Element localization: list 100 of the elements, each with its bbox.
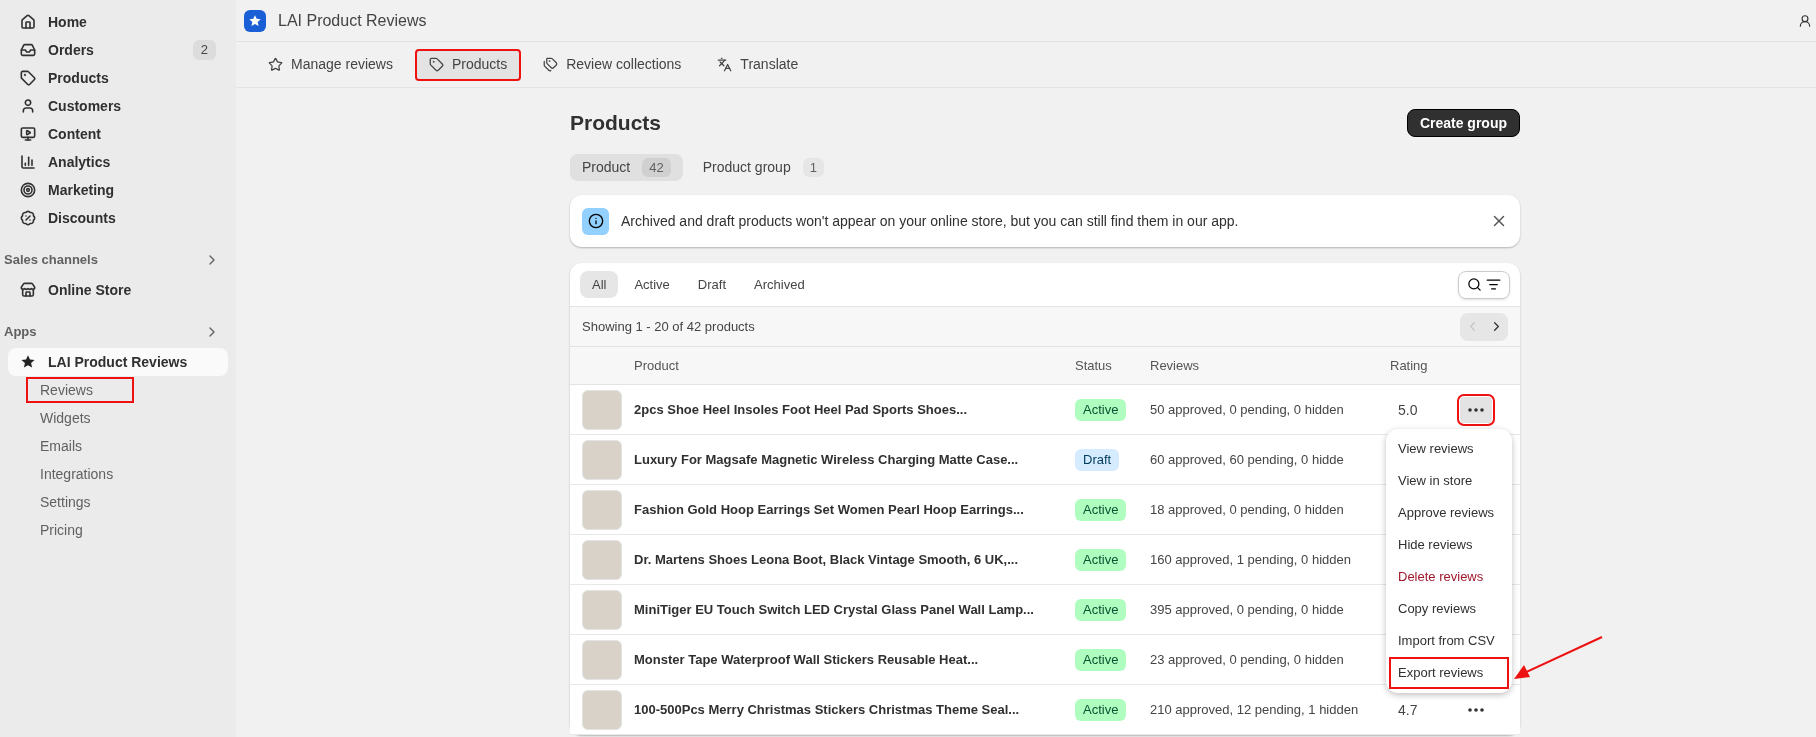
column-header: Reviews: [1150, 356, 1200, 375]
product-name[interactable]: Monster Tape Waterproof Wall Stickers Reusable Heat...: [634, 650, 979, 670]
reviews-summary: 160 approved, 1 pending, 0 hidden: [1150, 551, 1351, 570]
translate-icon: [717, 57, 733, 72]
count-badge: 1: [802, 157, 824, 178]
monitor-icon: [20, 126, 36, 142]
product-name[interactable]: 100-500Pcs Merry Christmas Stickers Christmas Theme Seal...: [634, 700, 1020, 720]
photo-placeholder: [582, 490, 622, 530]
status-badge: Active: [1075, 649, 1127, 671]
photo-placeholder: [582, 640, 622, 680]
next-page-button[interactable]: [1484, 312, 1508, 341]
menu-item[interactable]: View in store: [1389, 465, 1509, 497]
nav-item[interactable]: Home: [8, 8, 228, 36]
filter-icon: [1486, 277, 1501, 292]
product-name[interactable]: MiniTiger EU Touch Switch LED Crystal Glass Panel Wall Lamp...: [634, 600, 1034, 620]
info-icon: [582, 207, 609, 235]
filter-tab[interactable]: Active: [622, 271, 682, 298]
person-icon: [20, 98, 36, 114]
menu-item[interactable]: Hide reviews: [1389, 529, 1509, 561]
product-name[interactable]: Fashion Gold Hoop Earrings Set Women Pearl Hoop Earrings...: [634, 500, 1024, 520]
nav-item[interactable]: Discounts: [8, 204, 228, 232]
sub-nav-item[interactable]: Reviews: [26, 377, 134, 403]
reviews-summary: 210 approved, 12 pending, 1 hidden: [1150, 701, 1359, 720]
app-item[interactable]: LAI Product Reviews: [8, 348, 228, 376]
product-name[interactable]: Luxury For Magsafe Magnetic Wireless Charging Matte Case...: [634, 450, 1019, 470]
page-title: Products: [570, 110, 661, 137]
user-icon[interactable]: [1798, 13, 1812, 28]
target-icon: [20, 182, 36, 198]
search-filter-button[interactable]: [1458, 270, 1510, 299]
banner-text: Archived and draft products won't appear on your online store, but you can still find them in our app.: [621, 211, 1240, 231]
reviews-summary: 18 approved, 0 pending, 0 hidden: [1150, 501, 1344, 520]
photo-placeholder: [582, 590, 622, 630]
sub-nav-item[interactable]: Pricing: [26, 517, 97, 543]
photo-placeholder: [582, 690, 622, 730]
menu-item[interactable]: Delete reviews: [1389, 561, 1509, 593]
status-badge: Active: [1075, 699, 1127, 721]
reviews-summary: 23 approved, 0 pending, 0 hidden: [1150, 651, 1344, 670]
product-name[interactable]: 2pcs Shoe Heel Insoles Foot Heel Pad Sports Shoes...: [634, 400, 968, 420]
status-badge: Active: [1075, 599, 1127, 621]
segment-tab[interactable]: Product 42: [570, 154, 683, 181]
photo-placeholder: [582, 440, 622, 480]
rating-value: 4.7: [1398, 700, 1418, 720]
star-icon: [268, 57, 283, 72]
tab[interactable]: Manage reviews: [254, 48, 407, 81]
status-badge: Active: [1075, 549, 1127, 571]
segment-tab[interactable]: Product group 1: [690, 154, 836, 181]
search-icon: [1467, 277, 1482, 292]
column-header: Status: [1075, 356, 1112, 375]
section-title: Apps: [4, 323, 37, 342]
count-badge: 42: [642, 157, 671, 178]
results-summary: Showing 1 - 20 of 42 products: [582, 317, 756, 336]
status-badge: Active: [1075, 499, 1127, 521]
bar-chart-icon: [20, 154, 36, 170]
nav-item[interactable]: Customers: [8, 92, 228, 120]
inbox-icon: [20, 42, 36, 58]
menu-item[interactable]: Approve reviews: [1389, 497, 1509, 529]
create-group-button[interactable]: Create group: [1406, 109, 1520, 137]
ellipsis-icon: [1468, 408, 1484, 412]
app-item[interactable]: Online Store: [8, 276, 228, 304]
reviews-summary: 395 approved, 0 pending, 0 hidde: [1150, 601, 1344, 620]
column-header: Product: [634, 356, 679, 375]
tab[interactable]: Products: [414, 48, 522, 81]
tags-icon: [543, 57, 559, 72]
menu-item[interactable]: Copy reviews: [1389, 593, 1509, 625]
app-title: LAI Product Reviews: [278, 10, 428, 31]
status-badge: Draft: [1075, 449, 1120, 471]
tag-icon: [428, 57, 444, 72]
nav-item[interactable]: Products: [8, 64, 228, 92]
menu-item[interactable]: Import from CSV: [1389, 625, 1509, 657]
photo-placeholder: [582, 390, 622, 430]
nav-item[interactable]: Analytics: [8, 148, 228, 176]
section-title: Sales channels: [4, 251, 98, 270]
product-name[interactable]: Dr. Martens Shoes Leona Boot, Black Vintage Smooth, 6 UK,...: [634, 550, 1019, 570]
menu-item[interactable]: View reviews: [1389, 433, 1509, 465]
sub-nav-item[interactable]: Emails: [26, 433, 96, 459]
filter-tab[interactable]: All: [580, 271, 619, 298]
reviews-summary: 60 approved, 60 pending, 0 hidde: [1150, 451, 1344, 470]
reviews-summary: 50 approved, 0 pending, 0 hidden: [1150, 401, 1344, 420]
sub-nav-item[interactable]: Widgets: [26, 405, 105, 431]
nav-item[interactable]: Orders 2: [8, 36, 228, 64]
filter-tab[interactable]: Archived: [742, 271, 817, 298]
sub-nav-item[interactable]: Settings: [26, 489, 105, 515]
filter-tab[interactable]: Draft: [685, 271, 739, 298]
store-icon: [20, 282, 36, 298]
ellipsis-icon: [1468, 708, 1484, 712]
home-icon: [20, 14, 36, 30]
percent-badge-icon: [20, 210, 36, 226]
menu-item[interactable]: Export reviews: [1389, 657, 1509, 689]
more-actions-button[interactable]: [1460, 397, 1492, 423]
tab[interactable]: Translate: [703, 48, 813, 81]
status-badge: Active: [1075, 399, 1127, 421]
count-badge: 2: [192, 40, 216, 60]
column-header: Rating: [1390, 356, 1428, 375]
photo-placeholder: [582, 540, 622, 580]
tag-icon: [20, 70, 36, 86]
tab[interactable]: Review collections: [529, 48, 696, 81]
rating-value: 5.0: [1398, 400, 1418, 420]
sub-nav-item[interactable]: Integrations: [26, 461, 128, 487]
nav-item[interactable]: Marketing: [8, 176, 228, 204]
nav-item[interactable]: Content: [8, 120, 228, 148]
